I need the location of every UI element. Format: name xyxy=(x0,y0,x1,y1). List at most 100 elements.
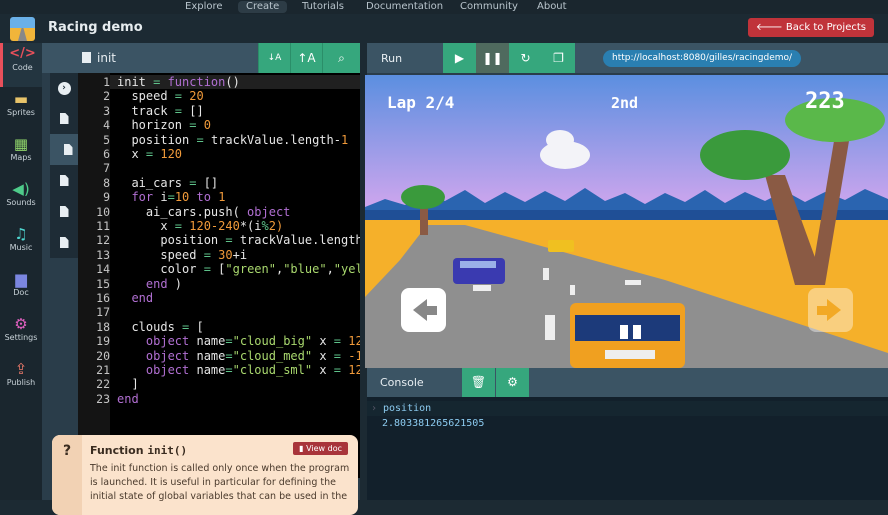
line-number: 11 xyxy=(96,219,110,233)
ai-car xyxy=(548,240,574,252)
nav-create[interactable]: Create xyxy=(238,1,288,13)
function-help-popup: ? Function init() ▮ View doc The init fu… xyxy=(52,435,358,515)
code-token: to xyxy=(196,190,219,205)
nav-tutorials[interactable]: Tutorials xyxy=(302,1,344,13)
race-position: 2nd xyxy=(611,94,638,112)
file-item[interactable] xyxy=(50,103,78,134)
right-arrow-button xyxy=(808,288,853,332)
line-number-gutter: 1 2 3 4 5 6 7 8 9 10 11 12 13 14 15 16 17 18 19 20 21 22 23 xyxy=(78,73,110,478)
line-number: 6 xyxy=(103,147,110,161)
project-thumbnail xyxy=(10,17,35,41)
nav-about[interactable]: About xyxy=(537,1,567,13)
code-line: x = 120-240*(i%2) xyxy=(117,219,283,233)
code-token: 1 xyxy=(218,190,226,205)
current-file-name: init xyxy=(82,51,116,65)
code-token: [] xyxy=(203,175,219,190)
code-token: color xyxy=(117,262,204,277)
clear-console-button[interactable]: 🗑 xyxy=(462,368,495,397)
pause-icon: ❚❚ xyxy=(482,51,503,65)
file-icon xyxy=(59,237,69,248)
line-number: 1 xyxy=(103,75,110,89)
code-token: 120 xyxy=(348,334,360,349)
file-item[interactable] xyxy=(50,227,78,258)
code-token: 1 xyxy=(340,132,349,147)
code-line: speed = 20 xyxy=(117,89,204,104)
code-token: 20 xyxy=(189,89,204,104)
code-token: object xyxy=(117,334,197,349)
code-token: = xyxy=(225,363,233,377)
sidebar-item-music[interactable]: ♫ Music xyxy=(0,223,42,267)
code-area[interactable]: 1 2 3 4 5 6 7 8 9 10 11 12 13 14 15 16 17 18 19 20 21 22 23 in… xyxy=(78,73,360,478)
pause-button[interactable]: ❚❚ xyxy=(476,43,509,73)
detach-window-button[interactable]: ❐ xyxy=(542,43,575,73)
code-line: for i=10 to 1 xyxy=(117,190,225,204)
console-input-line: position xyxy=(367,401,888,416)
file-icon xyxy=(59,206,69,217)
code-token: i xyxy=(160,190,168,205)
sidebar-item-publish[interactable]: ⇪ Publish xyxy=(0,358,42,402)
code-token: -120 xyxy=(348,348,360,363)
line-number: 7 xyxy=(103,161,110,176)
file-item[interactable] xyxy=(50,165,78,196)
sidebar-item-settings[interactable]: ⚙ Settings xyxy=(0,313,42,357)
code-token: end xyxy=(117,291,154,305)
code-token: clouds xyxy=(117,319,183,334)
sidebar-item-code[interactable]: </> Code xyxy=(0,43,42,87)
code-editor-panel: init ↓A ↑A ⌕ › 1 2 3 4 5 6 7 8 9 10 11 12 13 14 15 16 17… xyxy=(42,43,360,515)
code-token: *(i xyxy=(239,219,262,233)
game-canvas[interactable]: Lap 2/4 2nd 223 xyxy=(365,75,888,368)
sidebar-item-sounds[interactable]: ◀) Sounds xyxy=(0,178,42,222)
code-token: 30 xyxy=(218,247,233,262)
nav-explore[interactable]: Explore xyxy=(185,1,223,13)
sidebar-label: Doc xyxy=(13,288,29,297)
sidebar-item-maps[interactable]: ▦ Maps xyxy=(0,133,42,177)
code-token: object xyxy=(247,204,291,219)
collapse-file-list-button[interactable]: › xyxy=(50,73,78,104)
code-token: ) xyxy=(174,276,183,291)
code-token: trackValue.length- xyxy=(210,132,341,147)
code-line: init = function() xyxy=(110,75,360,90)
sidebar-label: Settings xyxy=(4,333,38,342)
run-panel: Run ▶ ❚❚ ↻ ❐ http://localhost:8080/gille… xyxy=(365,43,888,500)
code-token: "blue" xyxy=(283,262,327,277)
console-output-line: 2.803381265621505 xyxy=(382,418,485,429)
view-doc-button[interactable]: ▮ View doc xyxy=(293,442,348,455)
file-list: › xyxy=(50,73,86,258)
code-token: 120 xyxy=(160,147,183,161)
code-line: clouds = [ xyxy=(117,319,204,334)
reload-button[interactable]: ↻ xyxy=(509,43,542,73)
map-icon: ▦ xyxy=(13,135,29,153)
code-token: = xyxy=(333,334,349,349)
code-token: 0 xyxy=(203,118,211,133)
run-url-link[interactable]: http://localhost:8080/gilles/racingdemo/ xyxy=(603,50,802,67)
code-line: ] xyxy=(117,377,138,391)
code-token: for xyxy=(117,190,161,205)
code-token: = xyxy=(203,262,219,277)
line-number: 13 xyxy=(96,247,110,262)
increase-font-button[interactable]: ↑A xyxy=(290,43,322,73)
sidebar-item-sprites[interactable]: ▬ Sprites xyxy=(0,88,42,132)
code-token: = xyxy=(225,233,240,248)
code-token: = xyxy=(333,348,349,363)
file-item[interactable] xyxy=(50,196,78,227)
search-button[interactable]: ⌕ xyxy=(322,43,360,73)
sidebar-item-doc[interactable]: ▆ Doc xyxy=(0,268,42,312)
code-token: 10 xyxy=(174,190,197,205)
nav-documentation[interactable]: Documentation xyxy=(366,1,443,13)
code-token: [ xyxy=(196,319,204,334)
console-settings-button[interactable]: ⚙ xyxy=(496,368,529,397)
play-button[interactable]: ▶ xyxy=(443,43,476,73)
console-body[interactable]: position 2.803381265621505 xyxy=(367,397,888,500)
back-to-projects-button[interactable]: 🡐 Back to Projects xyxy=(747,18,874,37)
nav-community[interactable]: Community xyxy=(460,1,518,13)
file-icon xyxy=(59,113,69,124)
sidebar: </> Code ▬ Sprites ▦ Maps ◀) Sounds ♫ Music ▆… xyxy=(0,43,42,500)
back-label: Back to Projects xyxy=(785,22,866,33)
player-car xyxy=(570,303,685,368)
help-icon: ? xyxy=(52,435,82,515)
decrease-font-button[interactable]: ↓A xyxy=(258,43,290,73)
code-line: object name="cloud_med" x = -120 y xyxy=(117,349,360,363)
trash-icon: 🗑 xyxy=(470,375,487,389)
code-token: x xyxy=(117,147,146,161)
book-icon: ▆ xyxy=(15,270,27,288)
